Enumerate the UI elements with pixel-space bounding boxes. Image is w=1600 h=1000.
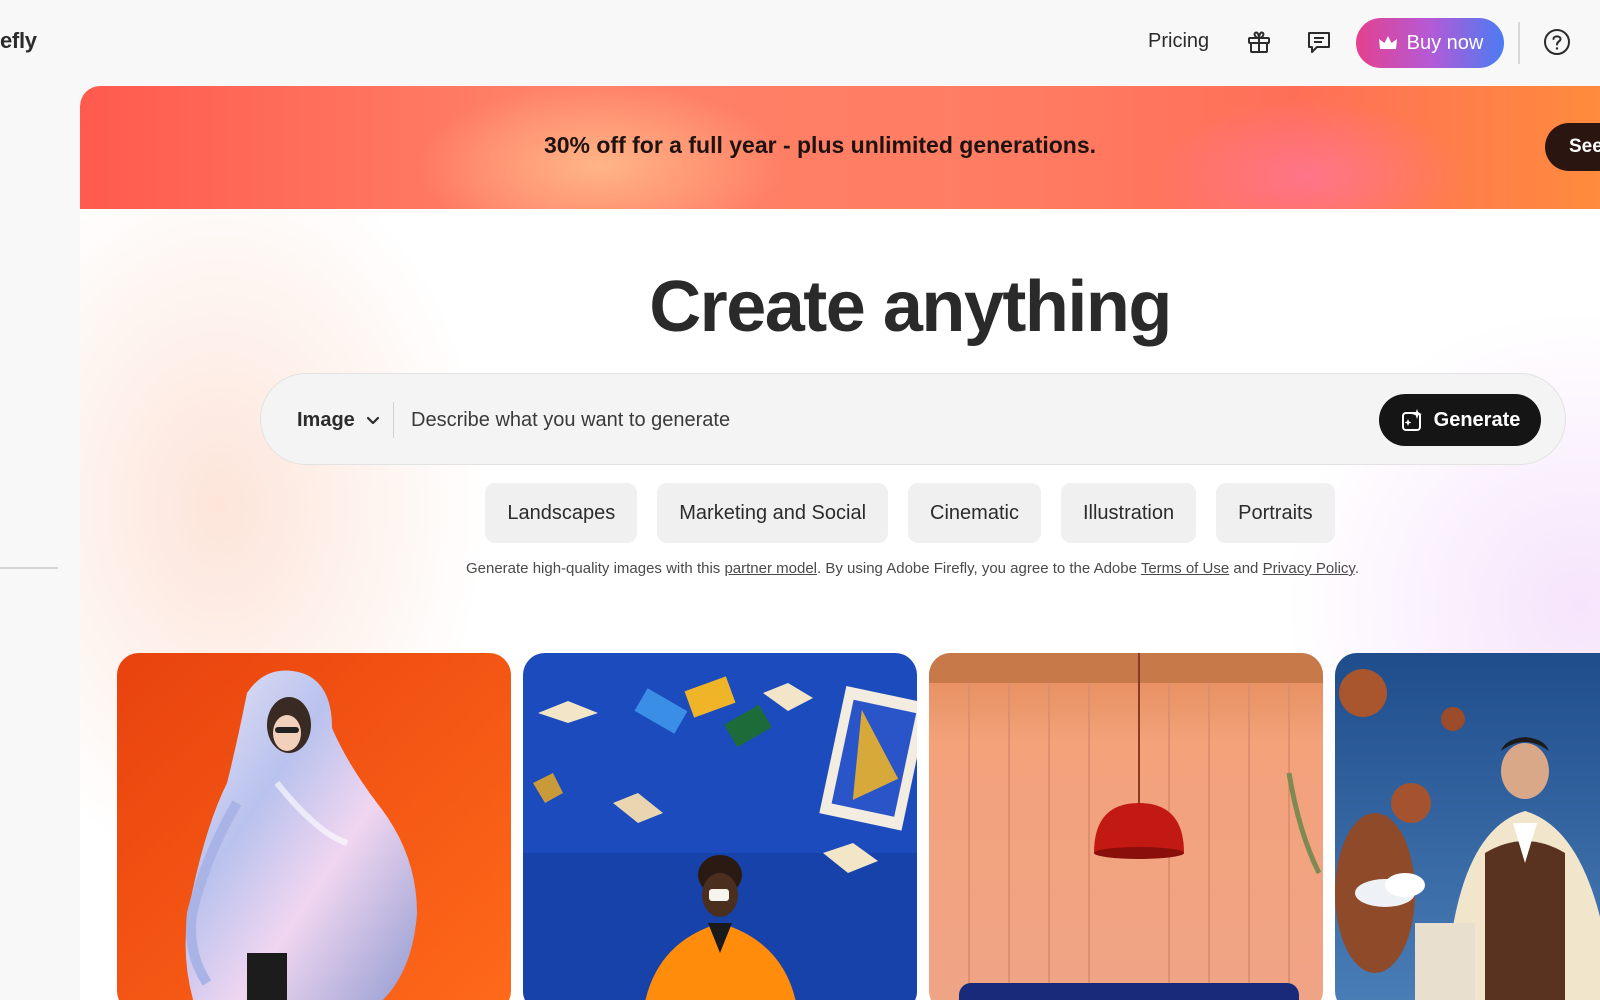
prompt-input[interactable] [411, 400, 1351, 440]
suggestion-chips: Landscapes Marketing and Social Cinemati… [80, 483, 1600, 543]
app-title[interactable]: efly [0, 28, 37, 54]
pricing-link[interactable]: Pricing [1148, 30, 1209, 53]
disclaimer-prefix: Generate high-quality images with this [465, 560, 725, 577]
disclaimer-and: and [1229, 560, 1263, 577]
varsity-jacket-image [1335, 653, 1600, 1000]
chat-icon[interactable] [1302, 25, 1336, 59]
disclaimer-middle: . By using Adobe Firefly, you agree to t… [817, 560, 1141, 577]
help-icon[interactable] [1540, 25, 1574, 59]
generate-sparkle-icon [1401, 409, 1422, 431]
puffer-jacket-image [117, 653, 511, 1000]
prompt-divider [393, 402, 394, 438]
crown-icon [1378, 36, 1397, 49]
gallery-card-pendant-lamp[interactable] [929, 653, 1323, 1000]
buy-now-button[interactable]: Buy now [1356, 18, 1504, 68]
chip-portraits[interactable]: Portraits [1216, 483, 1335, 543]
left-rail [0, 84, 80, 1000]
disclaimer: Generate high-quality images with this p… [80, 560, 1600, 577]
main-canvas: 30% off for a full year - plus unlimited… [80, 86, 1600, 1000]
floating-books-image [523, 653, 917, 1000]
chip-landscapes[interactable]: Landscapes [485, 483, 638, 543]
gift-icon[interactable] [1242, 25, 1276, 59]
rail-divider [0, 567, 58, 569]
gallery-card-floating-books[interactable] [523, 653, 917, 1000]
chevron-down-icon [366, 416, 379, 425]
gallery-card-puffer-jacket[interactable] [117, 653, 511, 1000]
chip-illustration[interactable]: Illustration [1060, 483, 1197, 543]
generate-button[interactable]: Generate [1379, 394, 1541, 446]
content-type-label: Image [297, 408, 355, 431]
terms-of-use-link[interactable]: Terms of Use [1141, 560, 1229, 577]
pendant-lamp-image [929, 653, 1323, 1000]
promo-banner: 30% off for a full year - plus unlimited… [80, 86, 1600, 209]
privacy-policy-link[interactable]: Privacy Policy [1263, 560, 1355, 577]
buy-now-label: Buy now [1406, 31, 1484, 54]
partner-model-link[interactable]: partner model [724, 560, 817, 577]
top-bar: efly Pricing Buy now [0, 0, 1600, 84]
content-type-dropdown[interactable]: Image [297, 402, 381, 438]
disclaimer-suffix: . [1354, 560, 1359, 577]
page-title: Create anything [649, 267, 1172, 347]
header-divider [1518, 22, 1520, 64]
prompt-bar: Image Generate [260, 373, 1566, 465]
chip-cinematic[interactable]: Cinematic [908, 483, 1041, 543]
gallery-card-varsity-jacket[interactable] [1335, 653, 1600, 1000]
promo-text: 30% off for a full year - plus unlimited… [543, 132, 1097, 158]
promo-see-button[interactable]: See [1545, 123, 1600, 171]
generate-label: Generate [1433, 408, 1521, 431]
chip-marketing-social[interactable]: Marketing and Social [657, 483, 889, 543]
